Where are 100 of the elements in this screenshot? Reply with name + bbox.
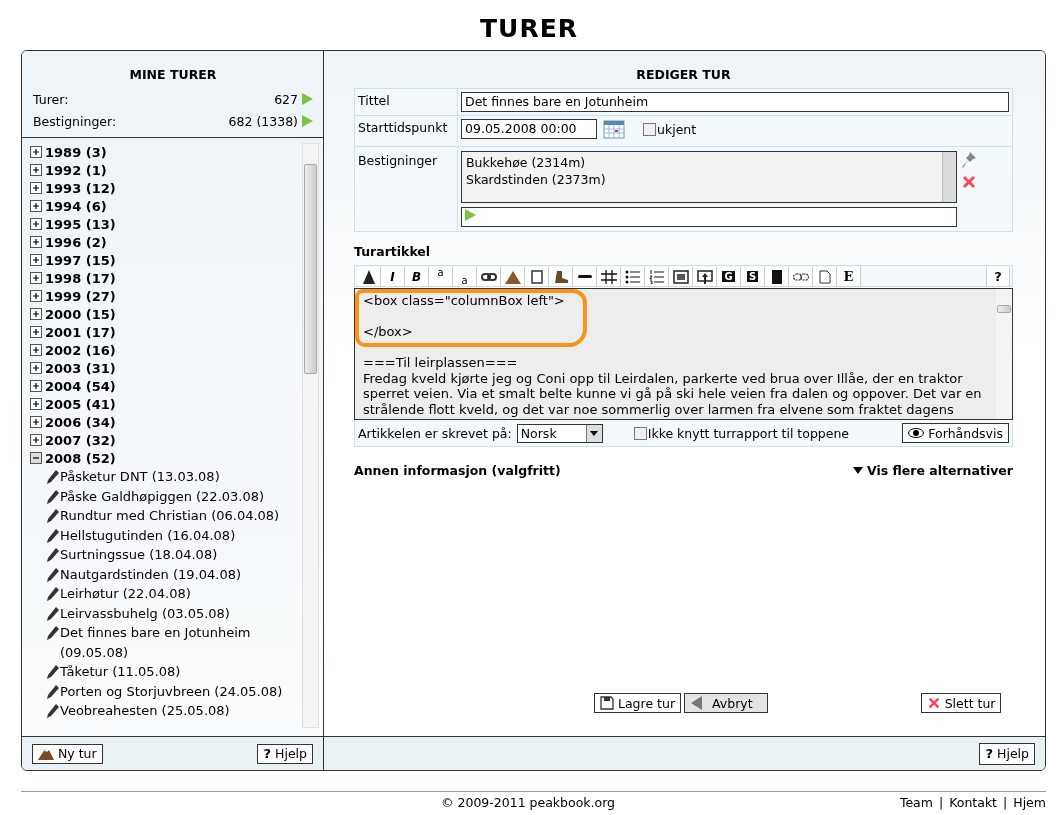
toolbar-button[interactable] — [693, 267, 717, 286]
help-button[interactable]: ? Hjelp — [257, 743, 313, 764]
trip-link[interactable]: Påsketur DNT (13.03.08) — [60, 467, 220, 487]
language-select[interactable]: Norsk — [516, 423, 603, 443]
new-trip-button[interactable]: Ny tur — [32, 743, 103, 764]
footer-link[interactable]: Hjem — [1013, 795, 1046, 810]
toolbar-button[interactable]: ? — [986, 267, 1010, 286]
delete-button[interactable]: Slett tur — [920, 693, 1002, 713]
scrollbar[interactable] — [302, 143, 319, 728]
toolbar-button[interactable] — [621, 267, 645, 286]
toolbar-button[interactable]: I — [381, 267, 405, 286]
year-label[interactable]: 2004 (54) — [45, 378, 116, 394]
expand-toggle[interactable] — [30, 290, 42, 302]
expand-toggle[interactable] — [30, 326, 42, 338]
year-label[interactable]: 2001 (17) — [45, 324, 116, 340]
expand-toggle[interactable] — [30, 380, 42, 392]
year-label[interactable]: 1992 (1) — [45, 162, 107, 178]
summit-input[interactable] — [461, 207, 957, 227]
page-icon — [528, 269, 545, 284]
toolbar-button[interactable] — [765, 267, 789, 286]
expand-toggle[interactable] — [30, 254, 42, 266]
toolbar-button[interactable]: S — [741, 267, 765, 286]
calendar-icon[interactable] — [603, 119, 625, 139]
show-more-link[interactable]: Vis flere alternativer — [853, 463, 1013, 478]
summit-item[interactable]: Bukkehøe (2314m) — [466, 154, 938, 171]
year-label[interactable]: 2000 (15) — [45, 306, 116, 322]
year-label[interactable]: 2003 (31) — [45, 360, 116, 376]
expand-toggle[interactable] — [30, 398, 42, 410]
toolbar-button[interactable] — [573, 267, 597, 286]
save-button[interactable]: Lagre tur — [594, 693, 682, 713]
year-label[interactable]: 1993 (12) — [45, 180, 116, 196]
expand-toggle[interactable] — [30, 272, 42, 284]
plus-icon — [32, 148, 40, 156]
help-button[interactable]: ? Hjelp — [979, 742, 1035, 765]
trip-link[interactable]: Porten og Storjuvbreen (24.05.08) — [60, 681, 283, 701]
field-label: Bestigninger — [355, 147, 458, 231]
toolbar-button[interactable]: E — [837, 267, 861, 286]
trip-link[interactable]: Veobreahesten (25.05.08) — [60, 701, 230, 721]
article-text-field[interactable]: <box class="columnBox left"> </box> ===Til leirplassen=== Fredag kveld kjørte jeg og Coni opp til Leirdalen, parkerte ved brua over Illåe, der en traktor sperret veien. Via et smalt belte kunne vi gå på ski hele veien fra dalen og oppover. Det var en strålende flott kveld, og det var noe sommerlig over larmen fra elvene som fraktet dagens — [354, 288, 1013, 420]
pencil-icon — [47, 548, 59, 562]
trip-link[interactable]: Leirhøtur (22.04.08) — [60, 584, 191, 604]
year-label[interactable]: 2008 (52) — [45, 450, 116, 466]
expand-toggle[interactable] — [30, 416, 42, 428]
trip-link[interactable]: Hellstugutinden (16.04.08) — [60, 525, 236, 545]
back-arrow-icon — [690, 696, 705, 710]
footer-link[interactable]: Team — [899, 795, 933, 810]
trip-link[interactable]: Surtningssue (18.04.08) — [60, 545, 218, 565]
expand-toggle[interactable] — [30, 344, 42, 356]
toolbar-button[interactable] — [477, 267, 501, 286]
preview-button[interactable]: Forhåndsvis — [902, 423, 1009, 443]
expand-toggle[interactable] — [30, 146, 42, 158]
toolbar-button[interactable] — [597, 267, 621, 286]
trip-link[interactable]: Nautgardstinden (19.04.08) — [60, 564, 241, 584]
year-label[interactable]: 1999 (27) — [45, 288, 116, 304]
toolbar-button[interactable]: G — [717, 267, 741, 286]
toolbar-button[interactable] — [789, 267, 813, 286]
year-label[interactable]: 1998 (17) — [45, 270, 116, 286]
year-label[interactable]: 1997 (15) — [45, 252, 116, 268]
scrollbar[interactable] — [942, 152, 956, 202]
footer-link[interactable]: Kontakt — [949, 795, 998, 810]
plus-icon — [32, 256, 40, 264]
collapse-toggle[interactable] — [30, 452, 42, 464]
trip-link[interactable]: Tåketur (11.05.08) — [60, 662, 181, 682]
expand-toggle[interactable] — [30, 308, 42, 320]
expand-toggle[interactable] — [30, 200, 42, 212]
summits-list[interactable]: Bukkehøe (2314m) Skardstinden (2373m) — [461, 151, 957, 203]
expand-toggle[interactable] — [30, 236, 42, 248]
year-label[interactable]: 1994 (6) — [45, 198, 107, 214]
title-input[interactable]: Det finnes bare en Jotunheim — [461, 92, 1009, 112]
trip-link[interactable]: Rundtur med Christian (06.04.08) — [60, 506, 280, 526]
year-label[interactable]: 1996 (2) — [45, 234, 107, 250]
checkbox[interactable] — [633, 426, 647, 440]
cancel-button[interactable]: Avbryt — [684, 693, 768, 713]
toolbar-button[interactable] — [357, 267, 381, 286]
expand-toggle[interactable] — [30, 218, 42, 230]
year-label[interactable]: 2007 (32) — [45, 432, 116, 448]
year-label[interactable]: 2006 (34) — [45, 414, 116, 430]
toolbar-button[interactable] — [549, 267, 573, 286]
scrollbar[interactable] — [996, 289, 1012, 419]
pin-icon[interactable] — [961, 151, 977, 169]
date-input[interactable]: 09.05.2008 00:00 — [461, 119, 597, 139]
toolbar-button[interactable] — [669, 267, 693, 286]
toolbar-button[interactable]: B — [405, 267, 429, 286]
toolbar-button[interactable]: a — [453, 267, 477, 286]
trip-link[interactable]: Det finnes bare en Jotunheim (09.05.08) — [60, 623, 302, 662]
expand-toggle[interactable] — [30, 434, 42, 446]
expand-toggle[interactable] — [30, 164, 42, 176]
year-label[interactable]: 2005 (41) — [45, 396, 116, 412]
year-label[interactable]: 2002 (16) — [45, 342, 116, 358]
expand-toggle[interactable] — [30, 182, 42, 194]
toolbar-button[interactable]: a — [429, 267, 453, 286]
trip-link[interactable]: Leirvassbuhelg (03.05.08) — [60, 603, 230, 623]
checkbox[interactable] — [643, 122, 656, 136]
delete-icon[interactable] — [961, 174, 977, 190]
year-label[interactable]: 1995 (13) — [45, 216, 116, 232]
trip-link[interactable]: Påske Galdhøpiggen (22.03.08) — [60, 486, 265, 506]
summit-item[interactable]: Skardstinden (2373m) — [466, 171, 938, 188]
page-title: TURER — [479, 14, 579, 44]
expand-toggle[interactable] — [30, 362, 42, 374]
year-label[interactable]: 1989 (3) — [45, 144, 107, 160]
